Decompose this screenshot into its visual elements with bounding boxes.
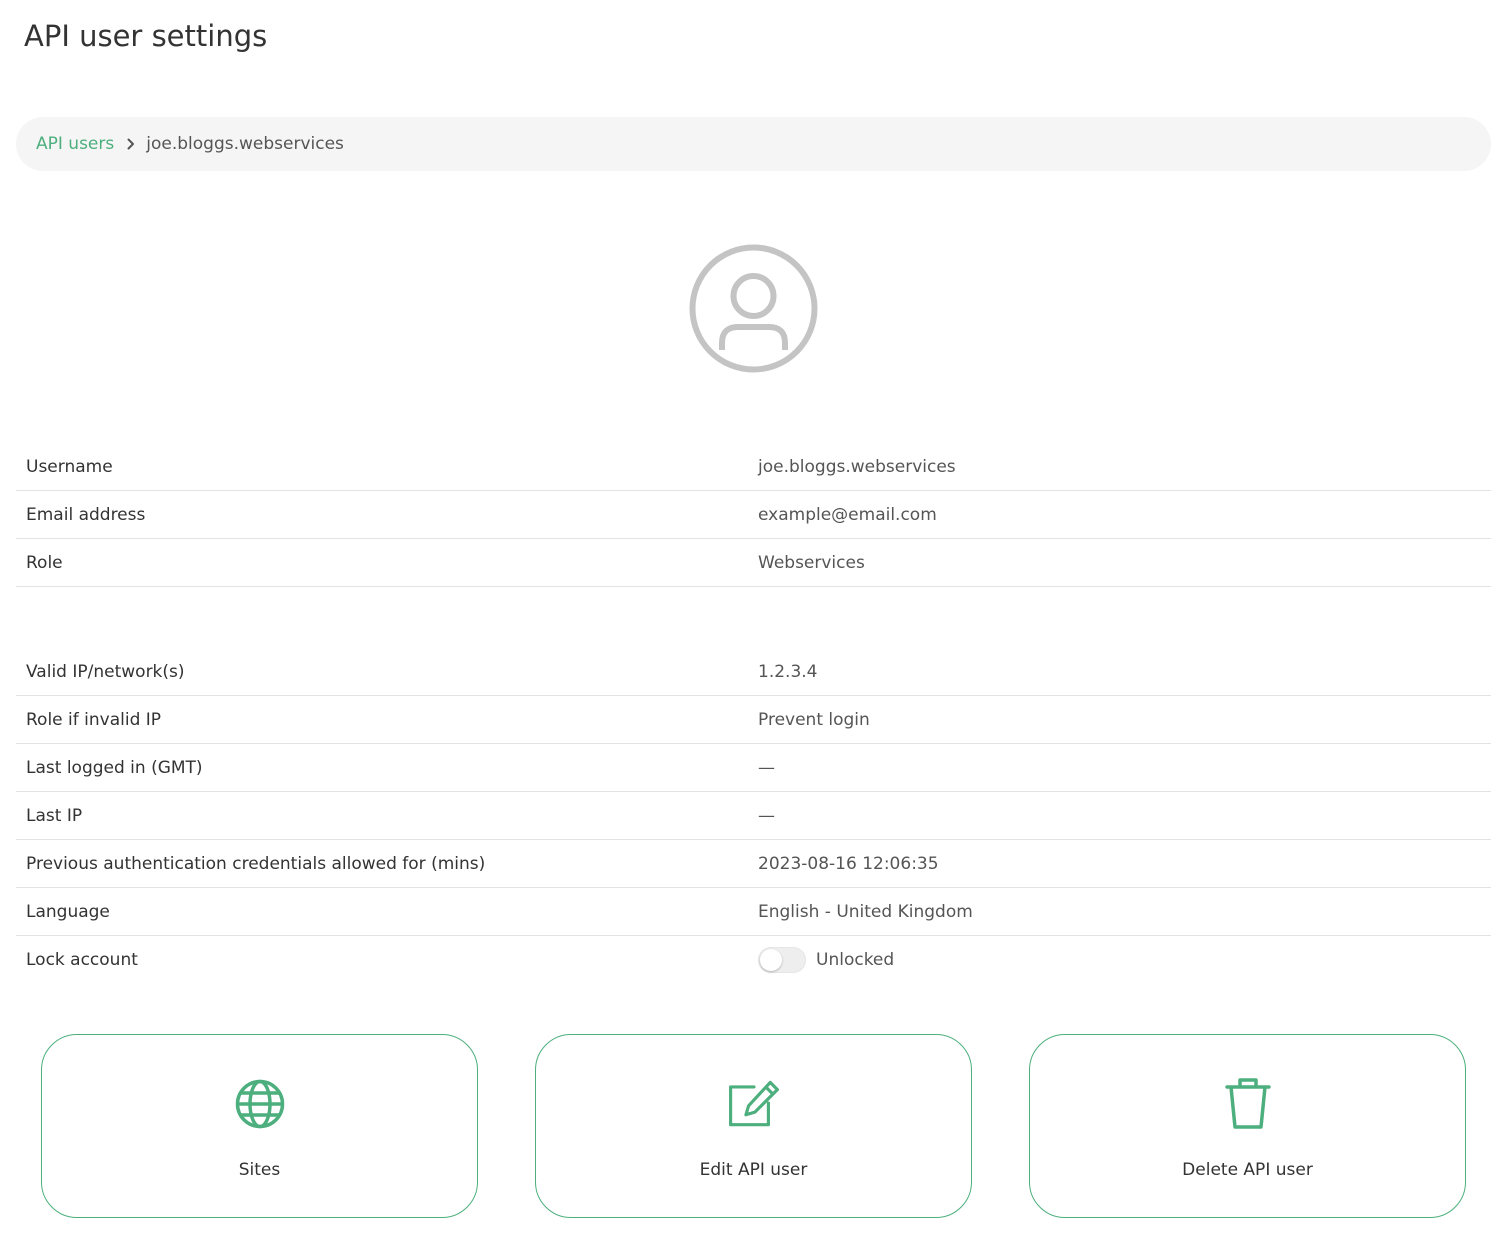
detail-label: Lock account: [26, 950, 138, 970]
detail-row-role-invalid-ip: Role if invalid IP Prevent login: [16, 696, 1491, 744]
detail-label: Language: [26, 901, 110, 922]
detail-row-username: Username joe.bloggs.webservices: [16, 443, 1491, 491]
detail-row-last-logged-in: Last logged in (GMT) —: [16, 744, 1491, 792]
chevron-right-icon: [127, 138, 135, 150]
detail-label: Role if invalid IP: [26, 709, 162, 730]
user-details: Username joe.bloggs.webservices Email ad…: [16, 443, 1491, 984]
sites-button[interactable]: Sites: [41, 1034, 478, 1218]
action-cards: Sites Edit API user Delete API user: [41, 1034, 1466, 1218]
edit-icon: [727, 1077, 781, 1131]
detail-row-last-ip: Last IP —: [16, 792, 1491, 840]
detail-row-language: Language English - United Kingdom: [16, 888, 1491, 936]
detail-row-valid-ip: Valid IP/network(s) 1.2.3.4: [16, 648, 1491, 696]
detail-label: Previous authentication credentials allo…: [26, 853, 486, 874]
detail-label: Username: [26, 456, 113, 477]
lock-status-text: Unlocked: [816, 950, 895, 970]
sites-label: Sites: [238, 1160, 281, 1180]
lock-account-control: Unlocked: [758, 947, 894, 973]
breadcrumb-link-api-users[interactable]: API users: [36, 134, 114, 154]
page-title: API user settings: [24, 19, 268, 53]
detail-label: Valid IP/network(s): [26, 661, 185, 682]
detail-label: Email address: [26, 504, 146, 525]
detail-label: Role: [26, 552, 63, 573]
detail-label: Last IP: [26, 805, 83, 826]
delete-api-user-button[interactable]: Delete API user: [1029, 1034, 1466, 1218]
toggle-knob: [760, 949, 782, 971]
detail-row-role: Role Webservices: [16, 539, 1491, 587]
detail-value-prev-credentials: 2023-08-16 12:06:35: [758, 853, 939, 874]
detail-value-role-invalid-ip: Prevent login: [758, 709, 870, 730]
detail-row-prev-credentials: Previous authentication credentials allo…: [16, 840, 1491, 888]
globe-icon: [233, 1077, 287, 1131]
edit-api-user-button[interactable]: Edit API user: [535, 1034, 972, 1218]
trash-icon: [1221, 1077, 1275, 1131]
lock-account-toggle[interactable]: [758, 947, 806, 973]
detail-row-lock-account: Lock account Unlocked: [16, 936, 1491, 984]
detail-row-email: Email address example@email.com: [16, 491, 1491, 539]
detail-value-username: joe.bloggs.webservices: [758, 456, 956, 477]
detail-value-last-ip: —: [758, 805, 775, 826]
detail-label: Last logged in (GMT): [26, 757, 203, 778]
detail-value-role: Webservices: [758, 552, 865, 573]
detail-value-last-logged-in: —: [758, 757, 775, 778]
detail-value-valid-ip: 1.2.3.4: [758, 661, 818, 682]
edit-api-user-label: Edit API user: [699, 1160, 808, 1180]
detail-value-email: example@email.com: [758, 504, 937, 525]
delete-api-user-label: Delete API user: [1182, 1160, 1313, 1180]
breadcrumb-current: joe.bloggs.webservices: [146, 134, 344, 154]
user-avatar-icon: [688, 243, 819, 374]
breadcrumb: API users joe.bloggs.webservices: [16, 117, 1491, 171]
detail-value-language: English - United Kingdom: [758, 901, 973, 922]
